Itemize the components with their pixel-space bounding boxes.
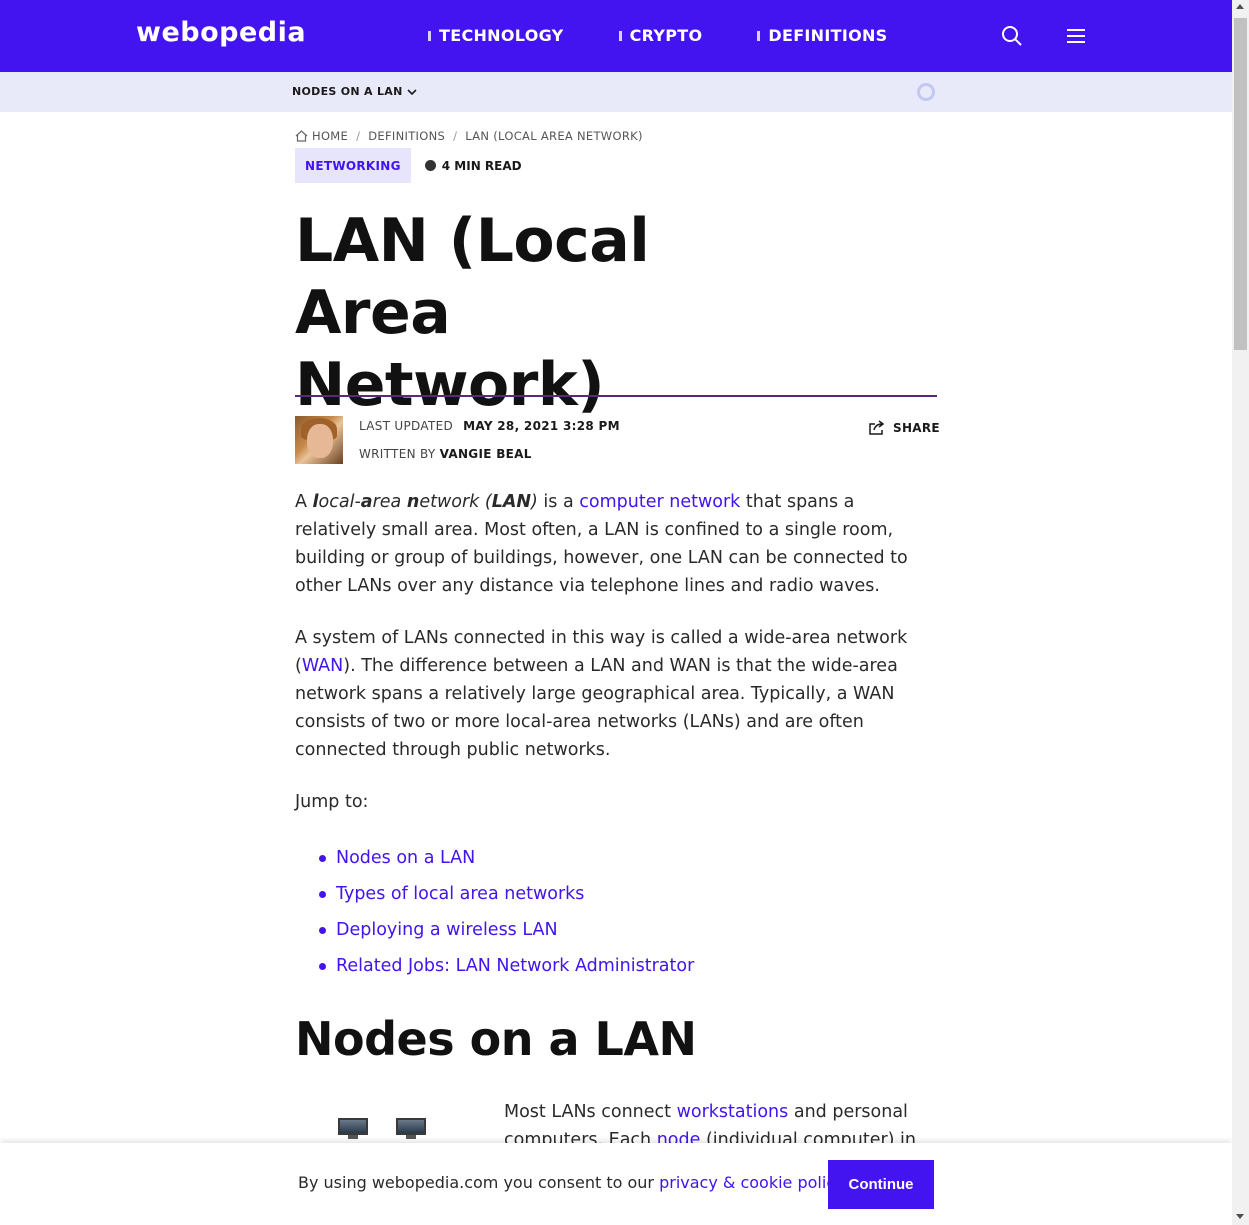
read-time: 4 MIN READ xyxy=(424,158,522,173)
text-run: rea xyxy=(372,492,407,512)
page-title: LAN (Local Area Network) xyxy=(295,205,815,421)
list-item: Deploying a wireless LAN xyxy=(319,912,694,948)
share-label: SHARE xyxy=(893,420,940,435)
page-scrollbar[interactable] xyxy=(1232,0,1249,1225)
consent-message: By using webopedia.com you consent to ou… xyxy=(298,1173,847,1192)
text-run: is a xyxy=(537,492,580,512)
clock-icon xyxy=(424,160,436,171)
scroll-thumb[interactable] xyxy=(1234,18,1247,350)
table-of-contents-bar: NODES ON A LAN xyxy=(0,72,1232,112)
bullet-icon xyxy=(319,962,326,970)
privacy-policy-link[interactable]: privacy & cookie policy xyxy=(659,1173,842,1192)
nav-label: CRYPTO xyxy=(629,26,703,45)
chevron-down-icon xyxy=(407,88,417,95)
breadcrumb-home[interactable]: HOME xyxy=(312,129,348,143)
scroll-up-arrow-icon[interactable] xyxy=(1236,4,1244,9)
share-icon xyxy=(869,420,885,435)
bullet-icon xyxy=(319,926,326,934)
wan-link[interactable]: WAN xyxy=(302,656,343,676)
search-icon[interactable] xyxy=(1000,24,1024,48)
toc-current-section: NODES ON A LAN xyxy=(292,85,403,98)
title-line-2: Network) xyxy=(295,350,605,420)
last-updated-value: MAY 28, 2021 3:28 PM xyxy=(463,419,620,433)
text-run: By using webopedia.com you consent to ou… xyxy=(298,1173,660,1192)
workstations-link[interactable]: workstations xyxy=(677,1102,789,1122)
share-button[interactable]: SHARE xyxy=(869,420,940,435)
text-run: LAN xyxy=(491,492,532,512)
author-name[interactable]: VANGIE BEAL xyxy=(440,447,532,461)
written-by-label: WRITTEN BY xyxy=(359,447,436,461)
jump-link-types[interactable]: Types of local area networks xyxy=(336,884,584,904)
text-run: n xyxy=(406,492,420,512)
avatar[interactable] xyxy=(295,416,343,464)
text-run: etwork ( xyxy=(419,492,492,512)
hamburger-menu-icon[interactable] xyxy=(1064,24,1088,48)
breadcrumb-separator: / xyxy=(356,129,361,143)
nav-marker xyxy=(428,30,431,41)
text-run: a xyxy=(360,492,373,512)
text-run: ). The difference between a LAN and WAN … xyxy=(295,656,898,760)
text-run: A xyxy=(295,492,313,512)
list-item: Related Jobs: LAN Network Administrator xyxy=(319,948,694,984)
lan-diagram-image xyxy=(338,1118,454,1140)
list-item: Types of local area networks xyxy=(319,876,694,912)
site-logo[interactable]: webopedia xyxy=(136,17,306,48)
section-heading-nodes: Nodes on a LAN xyxy=(295,1012,697,1066)
home-icon xyxy=(295,130,308,142)
text-run: Most LANs connect xyxy=(504,1102,677,1122)
nav-label: DEFINITIONS xyxy=(768,26,888,45)
avatar-face xyxy=(307,424,333,458)
continue-button[interactable]: Continue xyxy=(828,1160,934,1209)
category-tag[interactable]: NETWORKING xyxy=(295,148,411,183)
reading-progress-icon xyxy=(917,83,935,101)
main-nav: TECHNOLOGY CRYPTO DEFINITIONS xyxy=(428,26,943,45)
jump-link-wireless[interactable]: Deploying a wireless LAN xyxy=(336,920,558,940)
intro-paragraph: A local-area network (LAN) is a computer… xyxy=(295,488,940,600)
computer-icon xyxy=(338,1118,368,1140)
computer-icon xyxy=(396,1118,426,1140)
nav-definitions[interactable]: DEFINITIONS xyxy=(757,26,887,45)
computer-network-link[interactable]: computer network xyxy=(579,492,740,512)
top-nav: webopedia TECHNOLOGY CRYPTO DEFINITIONS xyxy=(0,0,1232,72)
jump-to-label: Jump to: xyxy=(295,792,369,812)
nav-marker xyxy=(618,30,622,41)
wan-paragraph: A system of LANs connected in this way i… xyxy=(295,624,940,764)
breadcrumb: HOME / DEFINITIONS / LAN (LOCAL AREA NET… xyxy=(295,129,643,143)
bullet-icon xyxy=(319,890,326,898)
nav-label: TECHNOLOGY xyxy=(439,26,564,45)
nav-technology[interactable]: TECHNOLOGY xyxy=(428,26,564,45)
breadcrumb-current: LAN (LOCAL AREA NETWORK) xyxy=(465,129,643,143)
breadcrumb-definitions[interactable]: DEFINITIONS xyxy=(368,129,445,143)
scroll-down-arrow-icon[interactable] xyxy=(1236,1214,1244,1219)
written-by: WRITTEN BY VANGIE BEAL xyxy=(359,447,532,461)
nav-crypto[interactable]: CRYPTO xyxy=(618,26,703,45)
jump-link-jobs[interactable]: Related Jobs: LAN Network Administrator xyxy=(336,956,694,976)
jump-links: Nodes on a LAN Types of local area netwo… xyxy=(319,840,694,984)
bullet-icon xyxy=(319,854,326,862)
last-updated-label: LAST UPDATED xyxy=(359,419,454,433)
title-divider xyxy=(295,395,937,397)
list-item: Nodes on a LAN xyxy=(319,840,694,876)
text-run: ) xyxy=(531,492,538,512)
read-time-label: 4 MIN READ xyxy=(441,158,522,173)
text-run: ocal- xyxy=(318,492,361,512)
article-meta: NETWORKING 4 MIN READ xyxy=(295,148,522,183)
title-line-1: LAN (Local Area xyxy=(295,206,650,348)
toc-dropdown[interactable]: NODES ON A LAN xyxy=(292,85,417,98)
cookie-consent-banner: By using webopedia.com you consent to ou… xyxy=(0,1143,1232,1225)
breadcrumb-separator: / xyxy=(453,129,458,143)
nav-marker xyxy=(757,30,761,41)
jump-link-nodes[interactable]: Nodes on a LAN xyxy=(336,848,475,868)
last-updated: LAST UPDATED MAY 28, 2021 3:28 PM xyxy=(359,419,620,433)
